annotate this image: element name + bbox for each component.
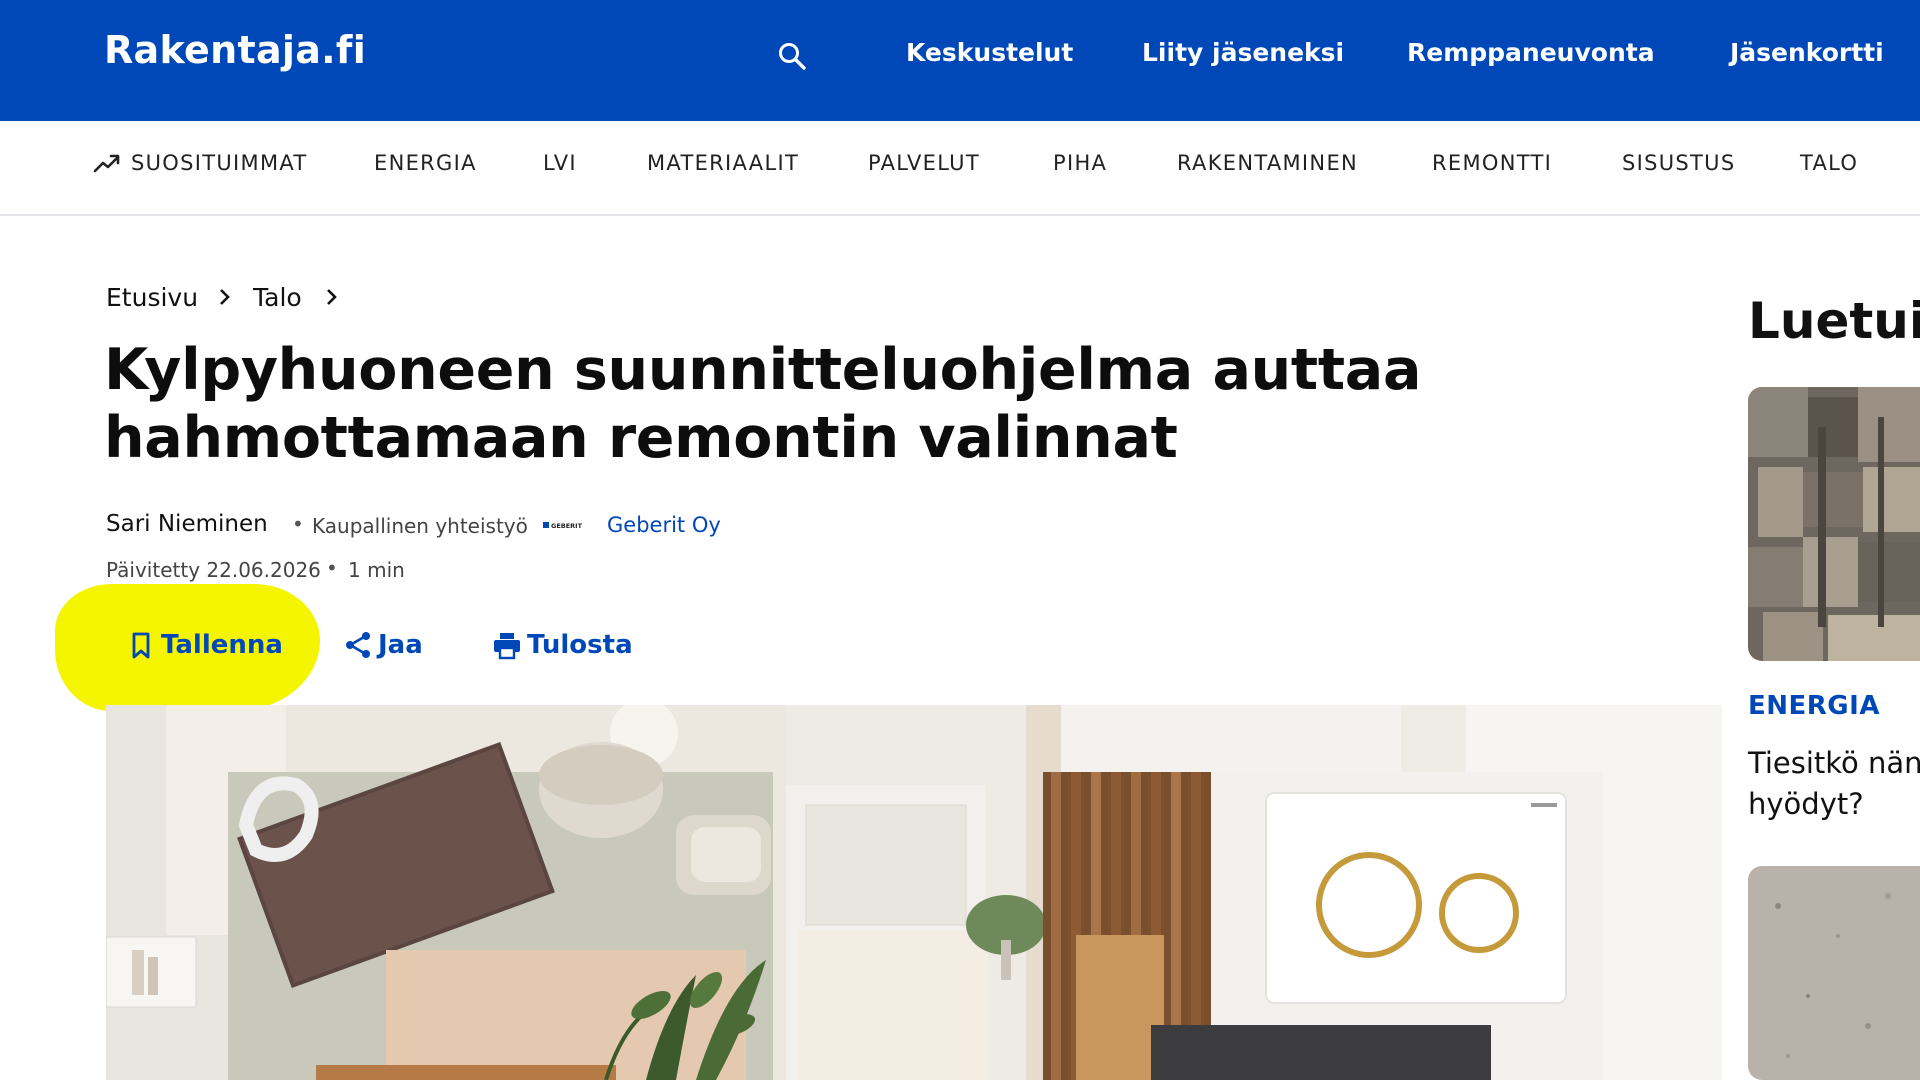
chevron-right-icon: [327, 289, 337, 305]
category-energia[interactable]: ENERGIA: [374, 151, 477, 175]
category-sisustus[interactable]: SISUSTUS: [1622, 151, 1735, 175]
site-logo[interactable]: Rakentaja.fi: [104, 28, 366, 72]
category-materiaalit[interactable]: MATERIAALIT: [647, 151, 799, 175]
trending-up-icon: [93, 154, 120, 173]
read-time: 1 min: [348, 558, 405, 582]
category-piha[interactable]: PIHA: [1053, 151, 1107, 175]
sidebar-article-title-line1: Tiesitkö nän: [1748, 746, 1920, 780]
sidebar-article-image-2[interactable]: [1748, 866, 1920, 1080]
print-button[interactable]: Tulosta: [491, 627, 633, 663]
category-remontti[interactable]: REMONTTI: [1432, 151, 1552, 175]
share-label: Jaa: [378, 630, 423, 660]
search-button[interactable]: [776, 40, 808, 72]
printer-icon: [494, 633, 520, 660]
save-button[interactable]: Tallenna: [125, 627, 283, 663]
svg-text:GEBERIT: GEBERIT: [551, 522, 583, 530]
category-lvi[interactable]: LVI: [543, 151, 577, 175]
article-title: Kylpyhuoneen suunnitteluohjelma auttaa h…: [104, 337, 1422, 471]
sidebar-article-title-line2: hyödyt?: [1748, 787, 1864, 821]
sidebar-article-image[interactable]: [1748, 387, 1920, 661]
top-header: Rakentaja.fi Keskustelut Liity jäseneksi…: [0, 0, 1920, 121]
geberit-logo: GEBERIT: [543, 522, 583, 530]
share-icon: [346, 632, 370, 658]
partner-link[interactable]: Geberit Oy: [607, 513, 721, 537]
save-label: Tallenna: [161, 630, 283, 660]
sidebar-article-category[interactable]: ENERGIA: [1748, 691, 1880, 721]
nav-remppaneuvonta[interactable]: Remppaneuvonta: [1407, 38, 1655, 67]
separator-dot: •: [326, 556, 338, 580]
category-talo[interactable]: TALO: [1800, 151, 1858, 175]
breadcrumb-etusivu[interactable]: Etusivu: [106, 283, 198, 312]
sidebar-heading: Luetuin: [1748, 292, 1920, 350]
breadcrumb-talo[interactable]: Talo: [253, 283, 302, 312]
category-suosituimmat[interactable]: SUOSITUIMMAT: [131, 151, 308, 175]
print-label: Tulosta: [527, 630, 633, 660]
category-rakentaminen[interactable]: RAKENTAMINEN: [1177, 151, 1358, 175]
hero-image: [106, 705, 1722, 1080]
share-button[interactable]: Jaa: [342, 627, 423, 663]
category-palvelut[interactable]: PALVELUT: [868, 151, 980, 175]
bookmark-icon: [132, 632, 150, 659]
nav-keskustelut[interactable]: Keskustelut: [906, 38, 1073, 67]
sidebar-article-title[interactable]: Tiesitkö nän hyödyt?: [1748, 743, 1920, 825]
sponsor-label: Kaupallinen yhteistyö: [312, 514, 528, 538]
nav-jasenkortti[interactable]: Jäsenkortti: [1730, 38, 1884, 67]
updated-date: Päivitetty 22.06.2026: [106, 558, 321, 582]
nav-liity-jaseneksi[interactable]: Liity jäseneksi: [1142, 38, 1344, 67]
search-icon: [779, 43, 806, 70]
author-name[interactable]: Sari Nieminen: [106, 511, 268, 537]
chevron-right-icon: [220, 289, 230, 305]
separator-dot: •: [292, 512, 304, 536]
